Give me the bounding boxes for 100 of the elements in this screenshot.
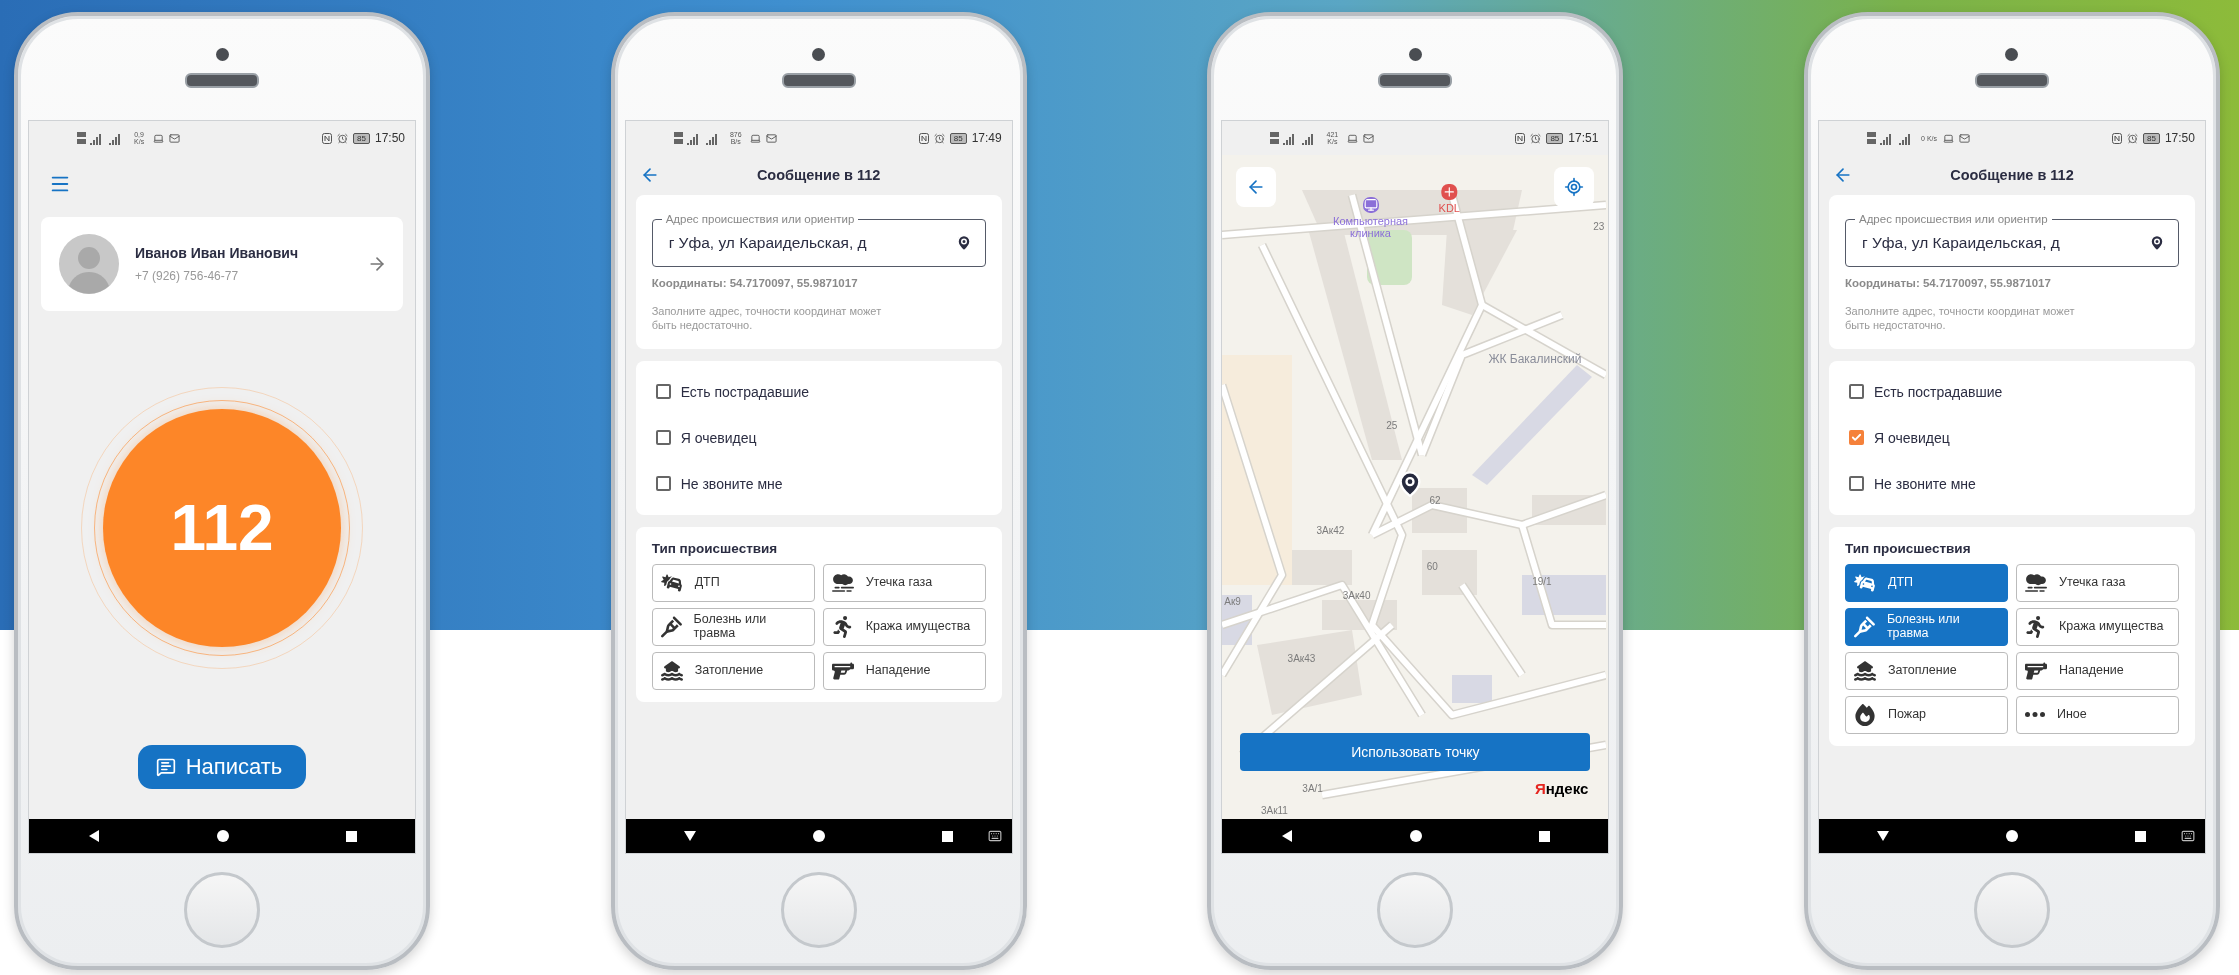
nfc-icon bbox=[1515, 132, 1526, 144]
camera-dot bbox=[1408, 48, 1422, 61]
incident-type-button[interactable]: Пожар bbox=[1844, 695, 2008, 734]
alarm-clock-icon bbox=[2127, 132, 2139, 144]
down-triangle-icon[interactable] bbox=[1877, 830, 1890, 842]
clock-time: 17:49 bbox=[971, 131, 1002, 145]
map-label: 62 bbox=[1429, 494, 1441, 506]
checkbox[interactable] bbox=[655, 430, 671, 445]
home-circle-icon[interactable] bbox=[813, 830, 826, 842]
map-label: 3А/1 bbox=[1302, 782, 1323, 794]
laptop-icon bbox=[749, 132, 761, 144]
incident-type-button[interactable]: ДТП bbox=[1844, 563, 2008, 602]
map-label: 3Ак11 bbox=[1260, 804, 1288, 816]
profile-card[interactable]: Иванов Иван Иванович +7 (926) 756-46-77 bbox=[41, 217, 403, 311]
map-label: 60 bbox=[1426, 560, 1438, 572]
incident-type-button[interactable]: Кража имущества bbox=[2015, 607, 2179, 646]
crutch-icon bbox=[1853, 615, 1875, 638]
incident-type-button[interactable]: ДТП bbox=[651, 563, 815, 602]
fire-icon bbox=[1853, 703, 1876, 726]
mail-icon bbox=[1362, 132, 1374, 144]
section-title: Тип происшествия bbox=[651, 540, 779, 556]
incident-type-button[interactable]: Болезнь или травма bbox=[1844, 607, 2008, 646]
screen-title: Сообщение в 112 bbox=[1950, 167, 2074, 183]
checkbox[interactable] bbox=[1848, 476, 1864, 491]
checkbox[interactable] bbox=[655, 476, 671, 491]
message-icon bbox=[155, 757, 176, 777]
mail-icon bbox=[1959, 132, 1971, 144]
option-label: Есть пострадавшие bbox=[1873, 383, 2003, 400]
option-label: Я очевидец bbox=[680, 429, 757, 446]
camera-dot bbox=[2005, 48, 2019, 61]
square-icon[interactable] bbox=[1538, 830, 1550, 842]
option-label: Я очевидец bbox=[1873, 429, 1950, 446]
map-label: 3Ак40 bbox=[1342, 589, 1371, 601]
running-person-icon bbox=[2024, 615, 2047, 638]
back-button[interactable] bbox=[1236, 167, 1277, 207]
incident-type-button[interactable]: Затопление bbox=[1844, 651, 2008, 690]
checkbox[interactable] bbox=[1848, 430, 1864, 445]
map-label: 19/1 bbox=[1532, 575, 1552, 587]
clock-time: 17:50 bbox=[2164, 131, 2195, 145]
map-label: 3Ак42 bbox=[1316, 524, 1345, 536]
profile-phone: +7 (926) 756-46-77 bbox=[135, 269, 240, 283]
laptop-icon bbox=[1943, 132, 1955, 144]
alarm-clock-icon bbox=[337, 132, 349, 144]
map-label: Компьютерная клиника bbox=[1332, 215, 1410, 240]
mail-icon bbox=[765, 132, 777, 144]
map-label: 25 bbox=[1386, 419, 1398, 431]
locate-button[interactable] bbox=[1554, 167, 1595, 207]
option-label: Есть пострадавшие bbox=[680, 383, 809, 400]
incident-type-button[interactable]: Утечка газа bbox=[822, 563, 986, 602]
screen-title: Сообщение в 112 bbox=[756, 167, 881, 183]
more-icon bbox=[2024, 712, 2045, 717]
section-title: Тип происшествия bbox=[1844, 540, 1972, 556]
home-circle-icon[interactable] bbox=[2006, 830, 2019, 842]
clock-time: 17:50 bbox=[374, 131, 405, 145]
hint-text: Заполните адрес, точности координат может быть недостаточно. bbox=[1844, 305, 2075, 333]
checkbox[interactable] bbox=[1848, 384, 1864, 399]
keyboard-icon[interactable] bbox=[2180, 829, 2195, 843]
square-icon[interactable] bbox=[345, 830, 357, 842]
map-label: 23 bbox=[1593, 220, 1605, 232]
map-label: ЖК Бакалинский bbox=[1487, 352, 1583, 367]
nfc-icon bbox=[2112, 132, 2123, 144]
home-circle-icon[interactable] bbox=[216, 830, 229, 842]
battery-indicator: 85 bbox=[1546, 132, 1564, 144]
down-triangle-icon[interactable] bbox=[684, 830, 697, 842]
option-label: Не звоните мне bbox=[680, 475, 783, 492]
alarm-clock-icon bbox=[1530, 132, 1542, 144]
checkbox[interactable] bbox=[655, 384, 671, 399]
laptop-icon bbox=[153, 132, 165, 144]
battery-indicator: 85 bbox=[353, 132, 370, 144]
incident-type-button[interactable]: Утечка газа bbox=[2015, 563, 2179, 602]
laptop-icon bbox=[1346, 132, 1358, 144]
square-icon[interactable] bbox=[942, 830, 954, 842]
keyboard-icon[interactable] bbox=[987, 829, 1002, 843]
battery-indicator: 85 bbox=[2143, 132, 2160, 144]
home-circle-icon[interactable] bbox=[1409, 830, 1422, 842]
smoke-icon bbox=[2024, 571, 2047, 594]
battery-indicator: 85 bbox=[949, 132, 967, 144]
back-triangle-icon[interactable] bbox=[1280, 830, 1293, 842]
map-label: KDL bbox=[1438, 201, 1460, 214]
use-point-button[interactable]: Использовать точку bbox=[1240, 733, 1591, 771]
alarm-clock-icon bbox=[933, 132, 945, 144]
incident-type-button[interactable]: Кража имущества bbox=[822, 607, 986, 646]
smoke-icon bbox=[831, 571, 854, 594]
hint-text: Заполните адрес, точности координат может быть недостаточно. bbox=[651, 305, 882, 333]
incident-type-button[interactable]: Затопление bbox=[651, 651, 815, 690]
back-triangle-icon[interactable] bbox=[87, 830, 100, 842]
square-icon[interactable] bbox=[2135, 830, 2147, 842]
profile-name: Иванов Иван Иванович bbox=[135, 245, 299, 261]
mail-icon bbox=[169, 132, 181, 144]
map-label: Ак9 bbox=[1224, 595, 1241, 607]
map-provider-logo: Яндекс bbox=[1534, 780, 1589, 797]
incident-type-button[interactable]: Нападение bbox=[2015, 651, 2179, 690]
incident-type-button[interactable]: Болезнь или травма bbox=[651, 607, 815, 646]
coordinates-text: Координаты: 54.7170097, 55.9871017 bbox=[1844, 277, 2052, 289]
avatar-icon bbox=[59, 234, 119, 294]
write-button[interactable]: Написать bbox=[137, 745, 307, 789]
camera-dot bbox=[215, 48, 229, 61]
incident-type-button[interactable]: Нападение bbox=[822, 651, 986, 690]
locate-icon bbox=[1564, 177, 1585, 197]
incident-type-button[interactable]: Иное bbox=[2015, 695, 2179, 734]
